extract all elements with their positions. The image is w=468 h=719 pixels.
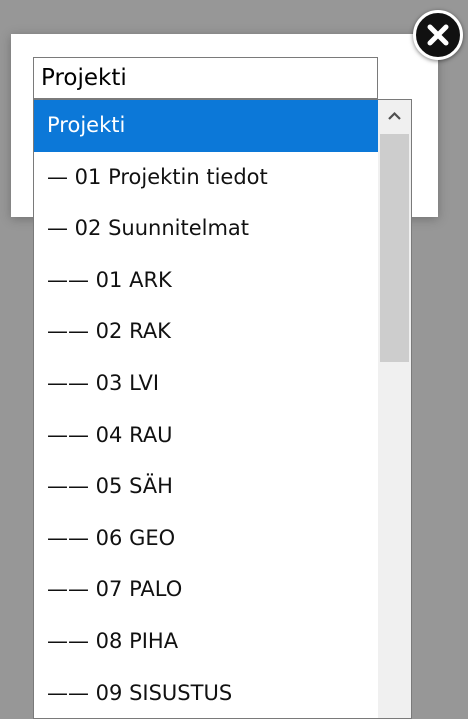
close-icon bbox=[427, 24, 449, 46]
option-02-suunnitelmat[interactable]: — 02 Suunnitelmat bbox=[34, 203, 379, 255]
option-06-geo[interactable]: —— 06 GEO bbox=[34, 513, 379, 565]
project-select[interactable]: Projekti bbox=[33, 57, 378, 99]
scrollbar-thumb[interactable] bbox=[380, 134, 409, 362]
close-button[interactable] bbox=[413, 10, 463, 60]
option-07-palo[interactable]: —— 07 PALO bbox=[34, 564, 379, 616]
option-projekti[interactable]: Projekti bbox=[34, 100, 379, 152]
option-04-rau[interactable]: —— 04 RAU bbox=[34, 410, 379, 462]
option-list: Projekti — 01 Projektin tiedot — 02 Suun… bbox=[34, 100, 379, 718]
option-05-sah[interactable]: —— 05 SÄH bbox=[34, 461, 379, 513]
option-03-lvi[interactable]: —— 03 LVI bbox=[34, 358, 379, 410]
option-09-sisustus[interactable]: —— 09 SISUSTUS bbox=[34, 668, 379, 718]
scroll-up-button[interactable] bbox=[378, 100, 411, 134]
vertical-scrollbar[interactable] bbox=[378, 100, 411, 718]
option-01-ark[interactable]: —— 01 ARK bbox=[34, 255, 379, 307]
select-value: Projekti bbox=[41, 65, 127, 91]
option-08-piha[interactable]: —— 08 PIHA bbox=[34, 616, 379, 668]
option-01-projektin-tiedot[interactable]: — 01 Projektin tiedot bbox=[34, 152, 379, 204]
chevron-up-icon bbox=[388, 111, 401, 120]
dropdown-list: Projekti — 01 Projektin tiedot — 02 Suun… bbox=[33, 99, 412, 719]
option-02-rak[interactable]: —— 02 RAK bbox=[34, 306, 379, 358]
